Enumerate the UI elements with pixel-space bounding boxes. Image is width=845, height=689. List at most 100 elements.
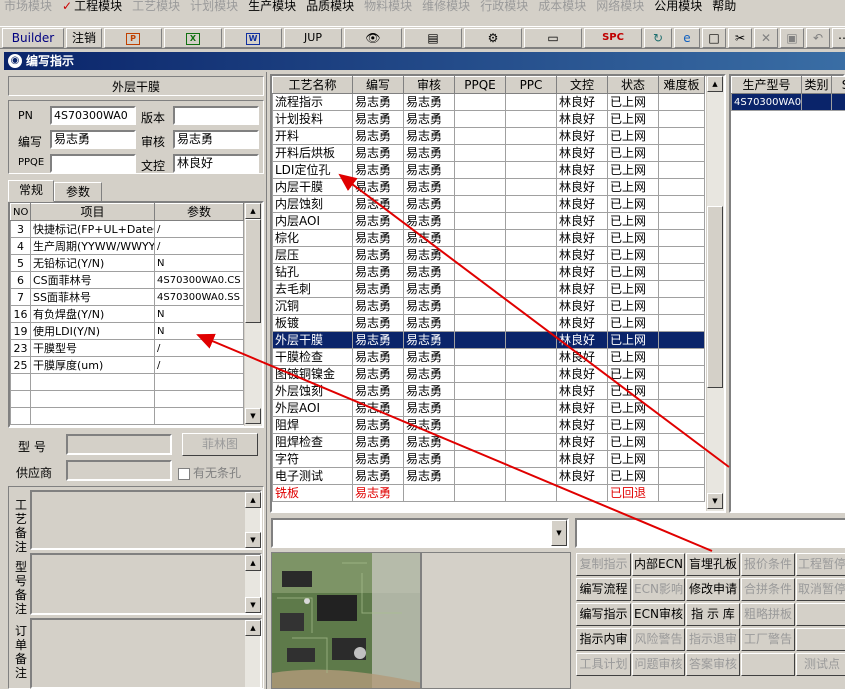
table-row[interactable]: 25 干膜厚度(um) / [10, 356, 244, 374]
menu-item-0[interactable]: 市场模块 [0, 0, 58, 14]
more-button[interactable]: ⋯ [832, 28, 845, 48]
process-remark-field[interactable]: ▲ ▼ [30, 490, 262, 550]
param-header-1[interactable]: 项目 [30, 203, 155, 221]
menu-item-11[interactable]: 公用模块 [650, 0, 708, 14]
table-row[interactable]: 流程指示 易志勇 易志勇 林良好 已上网 [272, 93, 705, 111]
table-row[interactable]: 阻焊 易志勇 易志勇 林良好 已上网 [272, 416, 705, 434]
action-button-1-2[interactable]: 修改申请 [686, 578, 740, 601]
menu-item-3[interactable]: 计划模块 [186, 0, 244, 14]
scroll-down-icon[interactable]: ▼ [245, 597, 261, 613]
tab-params[interactable]: 参数 [54, 182, 102, 202]
table-row[interactable]: 开料 易志勇 易志勇 林良好 已上网 [272, 127, 705, 145]
excel-button[interactable]: X [164, 28, 222, 48]
ie-button[interactable]: e [674, 28, 700, 48]
table-row[interactable]: 3 快捷标记(FP+UL+DateC / [10, 220, 244, 238]
action-button-1-3[interactable]: 合拼条件 [741, 578, 795, 601]
action-button-2-1[interactable]: ECN审核 [632, 603, 685, 626]
table-row[interactable]: 5 无铅标记(Y/N) N [10, 254, 244, 272]
table-row[interactable]: 沉铜 易志勇 易志勇 林良好 已上网 [272, 297, 705, 315]
remark-scrollbar[interactable]: ▲ [244, 620, 261, 687]
table-row[interactable]: 4 生产周期(YYWW/WWYY) / [10, 237, 244, 255]
logout-button[interactable]: 注销 [66, 28, 102, 48]
action-button-4-4[interactable]: 测试点 [796, 653, 845, 676]
process-scrollbar[interactable]: ▲ ▼ [706, 76, 724, 511]
computer-button[interactable]: ▭ [524, 28, 582, 48]
menu-item-6[interactable]: 物料模块 [360, 0, 418, 14]
cut-button[interactable]: ✂ [728, 28, 752, 48]
table-row[interactable]: 铣板 易志勇 已回退 [272, 484, 705, 502]
table-row[interactable]: 内层干膜 易志勇 易志勇 林良好 已上网 [272, 178, 705, 196]
scroll-up-icon[interactable]: ▲ [707, 76, 723, 92]
menu-item-4[interactable]: 生产模块 [244, 0, 302, 14]
action-button-3-1[interactable]: 风险警告 [632, 628, 685, 651]
product-header-0[interactable]: 生产型号 [731, 76, 802, 94]
word-button[interactable]: W [224, 28, 282, 48]
tear-hole-checkbox[interactable]: 有无条孔 [178, 464, 241, 481]
new-button[interactable]: □ [702, 28, 726, 48]
param-header-0[interactable]: NO [10, 203, 31, 221]
action-button-4-2[interactable]: 答案审核 [686, 653, 740, 676]
model-remark-field[interactable]: ▲ ▼ [30, 553, 262, 615]
jup-button[interactable]: JUP [284, 28, 342, 48]
menu-item-1[interactable]: 工程模块 [74, 0, 128, 14]
action-button-3-2[interactable]: 指示退审 [686, 628, 740, 651]
product-combo[interactable] [575, 518, 845, 548]
action-button-0-3[interactable]: 报价条件 [741, 553, 795, 576]
tab-general[interactable]: 常规 [8, 180, 54, 202]
scroll-up-icon[interactable]: ▲ [245, 492, 261, 508]
film-button[interactable]: 菲林图 [182, 433, 258, 456]
table-row[interactable]: 19 使用LDI(Y/N) N [10, 322, 244, 340]
action-button-3-3[interactable]: 工厂警告 [741, 628, 795, 651]
param-scrollbar[interactable]: ▲ ▼ [244, 203, 262, 426]
scroll-up-icon[interactable]: ▲ [245, 620, 261, 636]
scroll-down-icon[interactable]: ▼ [245, 532, 261, 548]
menu-item-9[interactable]: 成本模块 [534, 0, 592, 14]
table-row[interactable]: LDI定位孔 易志勇 易志勇 林良好 已上网 [272, 161, 705, 179]
process-header-2[interactable]: 审核 [403, 76, 455, 94]
supplier-field[interactable] [66, 460, 172, 481]
action-button-1-1[interactable]: ECN影响 [632, 578, 685, 601]
param-header-2[interactable]: 参数 [154, 203, 244, 221]
menu-item-8[interactable]: 行政模块 [476, 0, 534, 14]
process-header-3[interactable]: PPQE [454, 76, 506, 94]
table-row[interactable]: 16 有负焊盘(Y/N) N [10, 305, 244, 323]
product-header-2[interactable]: S [831, 76, 845, 94]
refresh-button[interactable]: ↻ [644, 28, 672, 48]
action-button-2-4[interactable] [796, 603, 845, 626]
table-row[interactable]: 外层AOI 易志勇 易志勇 林良好 已上网 [272, 399, 705, 417]
scroll-thumb[interactable] [245, 219, 261, 323]
action-button-3-0[interactable]: 指示内审 [576, 628, 631, 651]
ppqe-field[interactable] [50, 154, 136, 173]
table-row[interactable]: 图镀铜镍金 易志勇 易志勇 林良好 已上网 [272, 365, 705, 383]
action-button-1-0[interactable]: 编写流程 [576, 578, 631, 601]
process-combo[interactable]: ▼ [271, 518, 569, 548]
action-button-0-0[interactable]: 复制指示 [576, 553, 631, 576]
process-header-4[interactable]: PPC [505, 76, 557, 94]
table-row[interactable]: 4S70300WA0 [731, 93, 845, 111]
chevron-down-icon[interactable]: ▼ [551, 520, 567, 546]
action-button-2-3[interactable]: 粗略拼板 [741, 603, 795, 626]
table-row[interactable]: 棕化 易志勇 易志勇 林良好 已上网 [272, 229, 705, 247]
process-header-1[interactable]: 编写 [352, 76, 404, 94]
action-button-0-2[interactable]: 盲埋孔板 [686, 553, 740, 576]
pn-field[interactable]: 4S70300WA0 [50, 106, 136, 125]
remark-scrollbar[interactable]: ▲ ▼ [244, 492, 261, 548]
scroll-up-icon[interactable]: ▲ [245, 555, 261, 571]
scroll-down-icon[interactable]: ▼ [707, 493, 723, 509]
menu-item-2[interactable]: 工艺模块 [128, 0, 186, 14]
process-header-5[interactable]: 文控 [556, 76, 608, 94]
spc-button[interactable]: SPC [584, 28, 642, 48]
undo-button[interactable]: ↶ [806, 28, 830, 48]
product-header-1[interactable]: 类别 [801, 76, 832, 94]
version-field[interactable] [173, 106, 259, 125]
table-row[interactable]: 7 SS面菲林号 4S70300WA0.SS [10, 288, 244, 306]
action-button-1-4[interactable]: 取消暂停 [796, 578, 845, 601]
reviewer-field[interactable]: 易志勇 [173, 130, 259, 149]
action-button-4-0[interactable]: 工具计划 [576, 653, 631, 676]
builder-button[interactable]: Builder [2, 28, 64, 48]
action-button-3-4[interactable] [796, 628, 845, 651]
action-button-0-4[interactable]: 工程暂停 [796, 553, 845, 576]
process-header-6[interactable]: 状态 [607, 76, 659, 94]
action-button-4-1[interactable]: 问题审核 [632, 653, 685, 676]
action-button-0-1[interactable]: 内部ECN [632, 553, 685, 576]
